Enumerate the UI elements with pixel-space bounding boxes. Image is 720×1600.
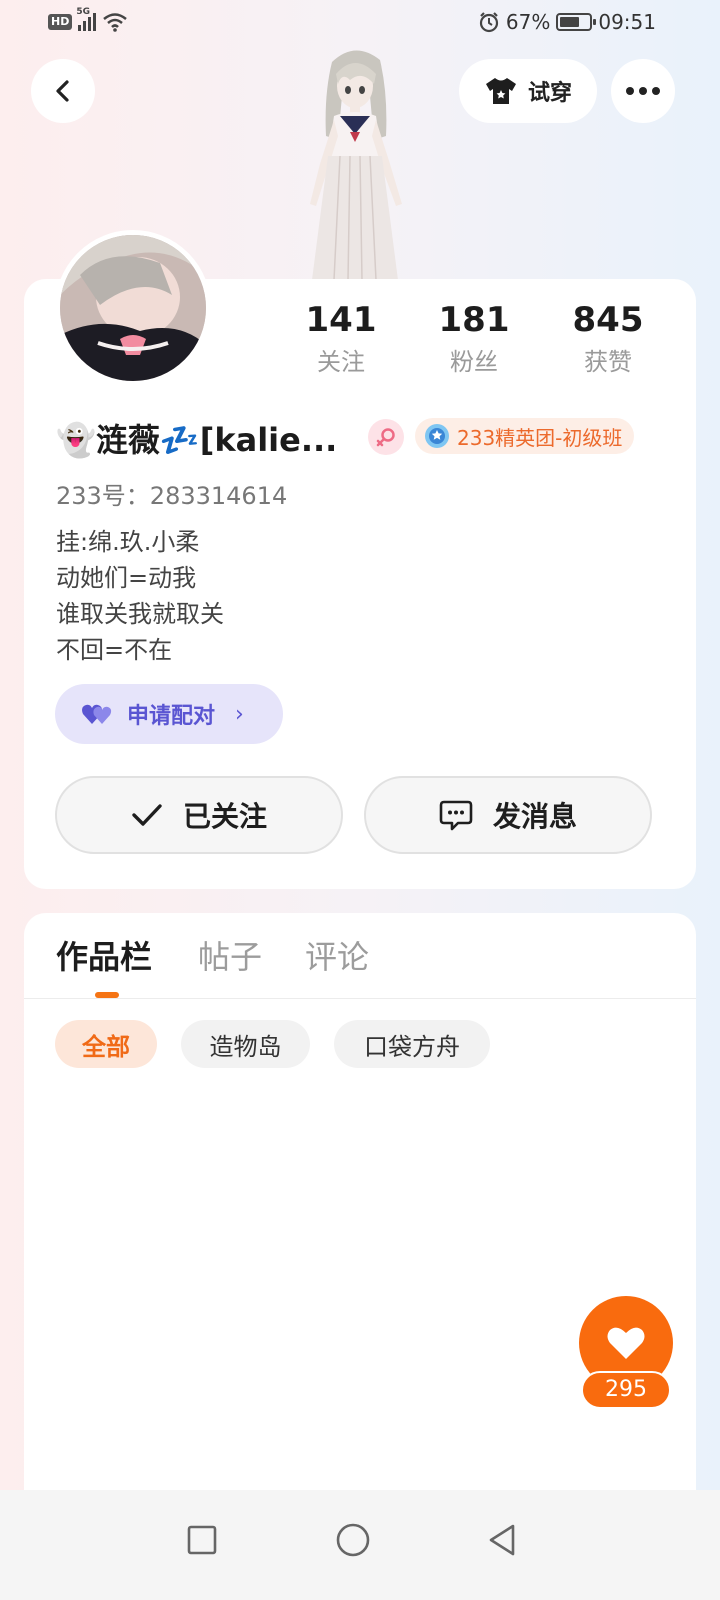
try-on-button[interactable]: 试穿 <box>459 59 597 123</box>
wifi-icon <box>103 13 128 32</box>
more-dots-icon <box>626 87 660 95</box>
checkmark-icon <box>132 804 162 826</box>
works-card <box>24 913 696 1513</box>
back-button[interactable] <box>31 59 95 123</box>
signal-icon: 5G <box>76 7 97 31</box>
stat-followers[interactable]: 181 粉丝 <box>409 298 539 382</box>
chevron-right-icon: › <box>235 701 244 727</box>
rank-medal-icon <box>425 424 449 448</box>
stat-label: 获赞 <box>584 348 632 376</box>
chat-bubble-icon <box>439 800 473 831</box>
battery-icon <box>556 13 597 31</box>
filter-chip-creation-island[interactable]: 造物岛 <box>181 1020 310 1068</box>
square-icon <box>187 1525 217 1555</box>
status-left: HD 5G <box>48 7 128 32</box>
tab-posts[interactable]: 帖子 <box>198 934 262 980</box>
pair-request-button[interactable]: 申请配对 › <box>55 684 283 744</box>
battery-percent: 67% <box>505 10 551 34</box>
more-button[interactable] <box>611 59 675 123</box>
stat-label: 粉丝 <box>450 348 498 376</box>
stat-following[interactable]: 141 关注 <box>276 298 406 382</box>
back-nav-button[interactable] <box>472 1510 532 1570</box>
tab-comments[interactable]: 评论 <box>305 934 369 980</box>
character-illustration <box>310 50 402 281</box>
name-row: 👻涟薇💤[kalie... <box>56 415 337 461</box>
bio-line: 谁取关我就取关 <box>56 600 224 628</box>
female-gender-icon <box>368 419 404 455</box>
stat-value: 845 <box>572 300 644 340</box>
bio-line: 不回=不在 <box>56 636 173 664</box>
avatar-3d-figure[interactable] <box>290 44 420 281</box>
profile-name: 👻涟薇💤[kalie... <box>56 421 338 459</box>
clock: 09:51 <box>598 10 656 34</box>
tab-divider <box>24 998 696 999</box>
following-button[interactable]: 已关注 <box>55 776 343 854</box>
user-id[interactable]: 233号：283314614 <box>56 476 287 511</box>
pair-request-label: 申请配对 <box>127 704 216 729</box>
rank-badge[interactable]: 233精英团-初级班 <box>415 418 635 454</box>
bio: 挂:绵.玖.小柔 动她们=动我 谁取关我就取关 不回=不在 <box>56 524 224 668</box>
recents-button[interactable] <box>172 1510 232 1570</box>
status-bar: HD 5G 67% 09:51 <box>0 0 720 48</box>
stat-likes[interactable]: 845 获赞 <box>543 298 673 382</box>
send-message-button[interactable]: 发消息 <box>364 776 652 854</box>
chevron-left-icon <box>56 80 69 102</box>
stat-label: 关注 <box>317 348 365 376</box>
like-count: 295 <box>581 1371 671 1409</box>
following-label: 已关注 <box>182 800 267 833</box>
stats-row: 141 关注 181 粉丝 845 获赞 <box>0 298 720 388</box>
triangle-back-icon <box>489 1524 515 1556</box>
try-on-label: 试穿 <box>527 81 572 106</box>
bio-line: 挂:绵.玖.小柔 <box>56 528 200 556</box>
heart-icon <box>607 1327 645 1359</box>
rank-badge-label: 233精英团-初级班 <box>457 425 623 450</box>
double-heart-icon <box>82 704 112 724</box>
stat-value: 141 <box>305 300 377 340</box>
home-button[interactable] <box>323 1510 383 1570</box>
alarm-icon <box>479 12 499 33</box>
bio-line: 动她们=动我 <box>56 564 197 592</box>
system-nav-bar <box>0 1490 720 1600</box>
send-message-label: 发消息 <box>492 800 577 833</box>
stat-value: 181 <box>438 300 510 340</box>
tshirt-icon <box>485 78 516 104</box>
filter-chip-pocket-ark[interactable]: 口袋方舟 <box>334 1020 490 1068</box>
status-right: 67% 09:51 <box>478 10 656 34</box>
tab-works[interactable]: 作品栏 <box>56 934 152 980</box>
filter-chip-all[interactable]: 全部 <box>55 1020 157 1068</box>
hd-badge: HD <box>48 14 73 30</box>
circle-icon <box>336 1523 370 1557</box>
